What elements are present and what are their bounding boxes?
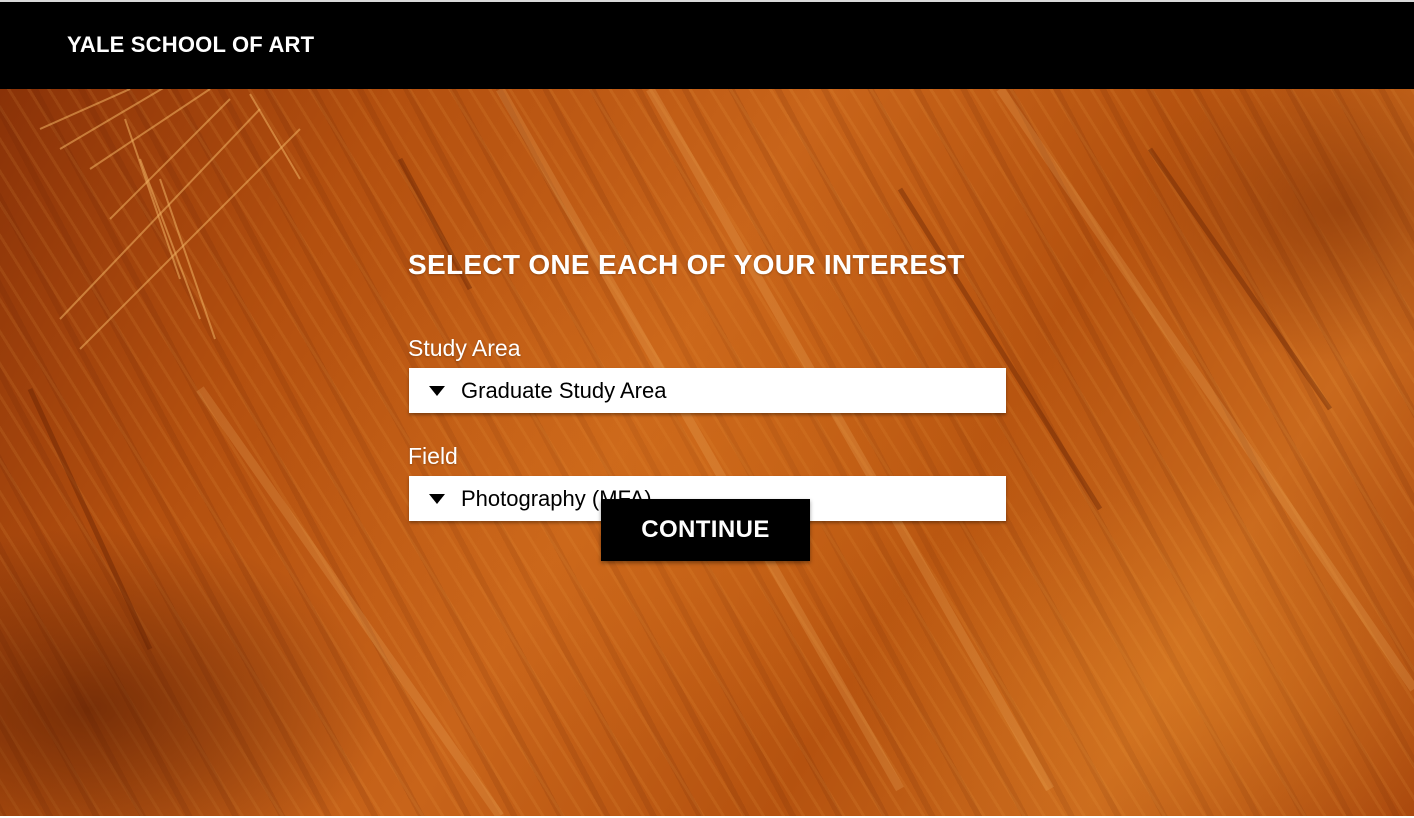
brand-logo-text[interactable]: YALE SCHOOL OF ART — [67, 32, 314, 58]
painted-background: SELECT ONE EACH OF YOUR INTEREST Study A… — [0, 89, 1414, 816]
top-bar: YALE SCHOOL OF ART — [0, 2, 1414, 89]
caret-down-icon — [429, 386, 445, 396]
study-area-label: Study Area — [408, 335, 521, 361]
app-frame: YALE SCHOOL OF ART SELECT ONE EACH OF YO… — [0, 0, 1414, 816]
caret-down-icon — [429, 494, 445, 504]
continue-button[interactable]: CONTINUE — [601, 499, 810, 561]
study-area-select[interactable]: Graduate Study Area — [409, 368, 1006, 413]
form-heading: SELECT ONE EACH OF YOUR INTEREST — [408, 249, 965, 280]
field-label: Field — [408, 443, 458, 469]
study-area-selected-value: Graduate Study Area — [461, 378, 667, 403]
interest-form: SELECT ONE EACH OF YOUR INTEREST Study A… — [408, 249, 1008, 521]
